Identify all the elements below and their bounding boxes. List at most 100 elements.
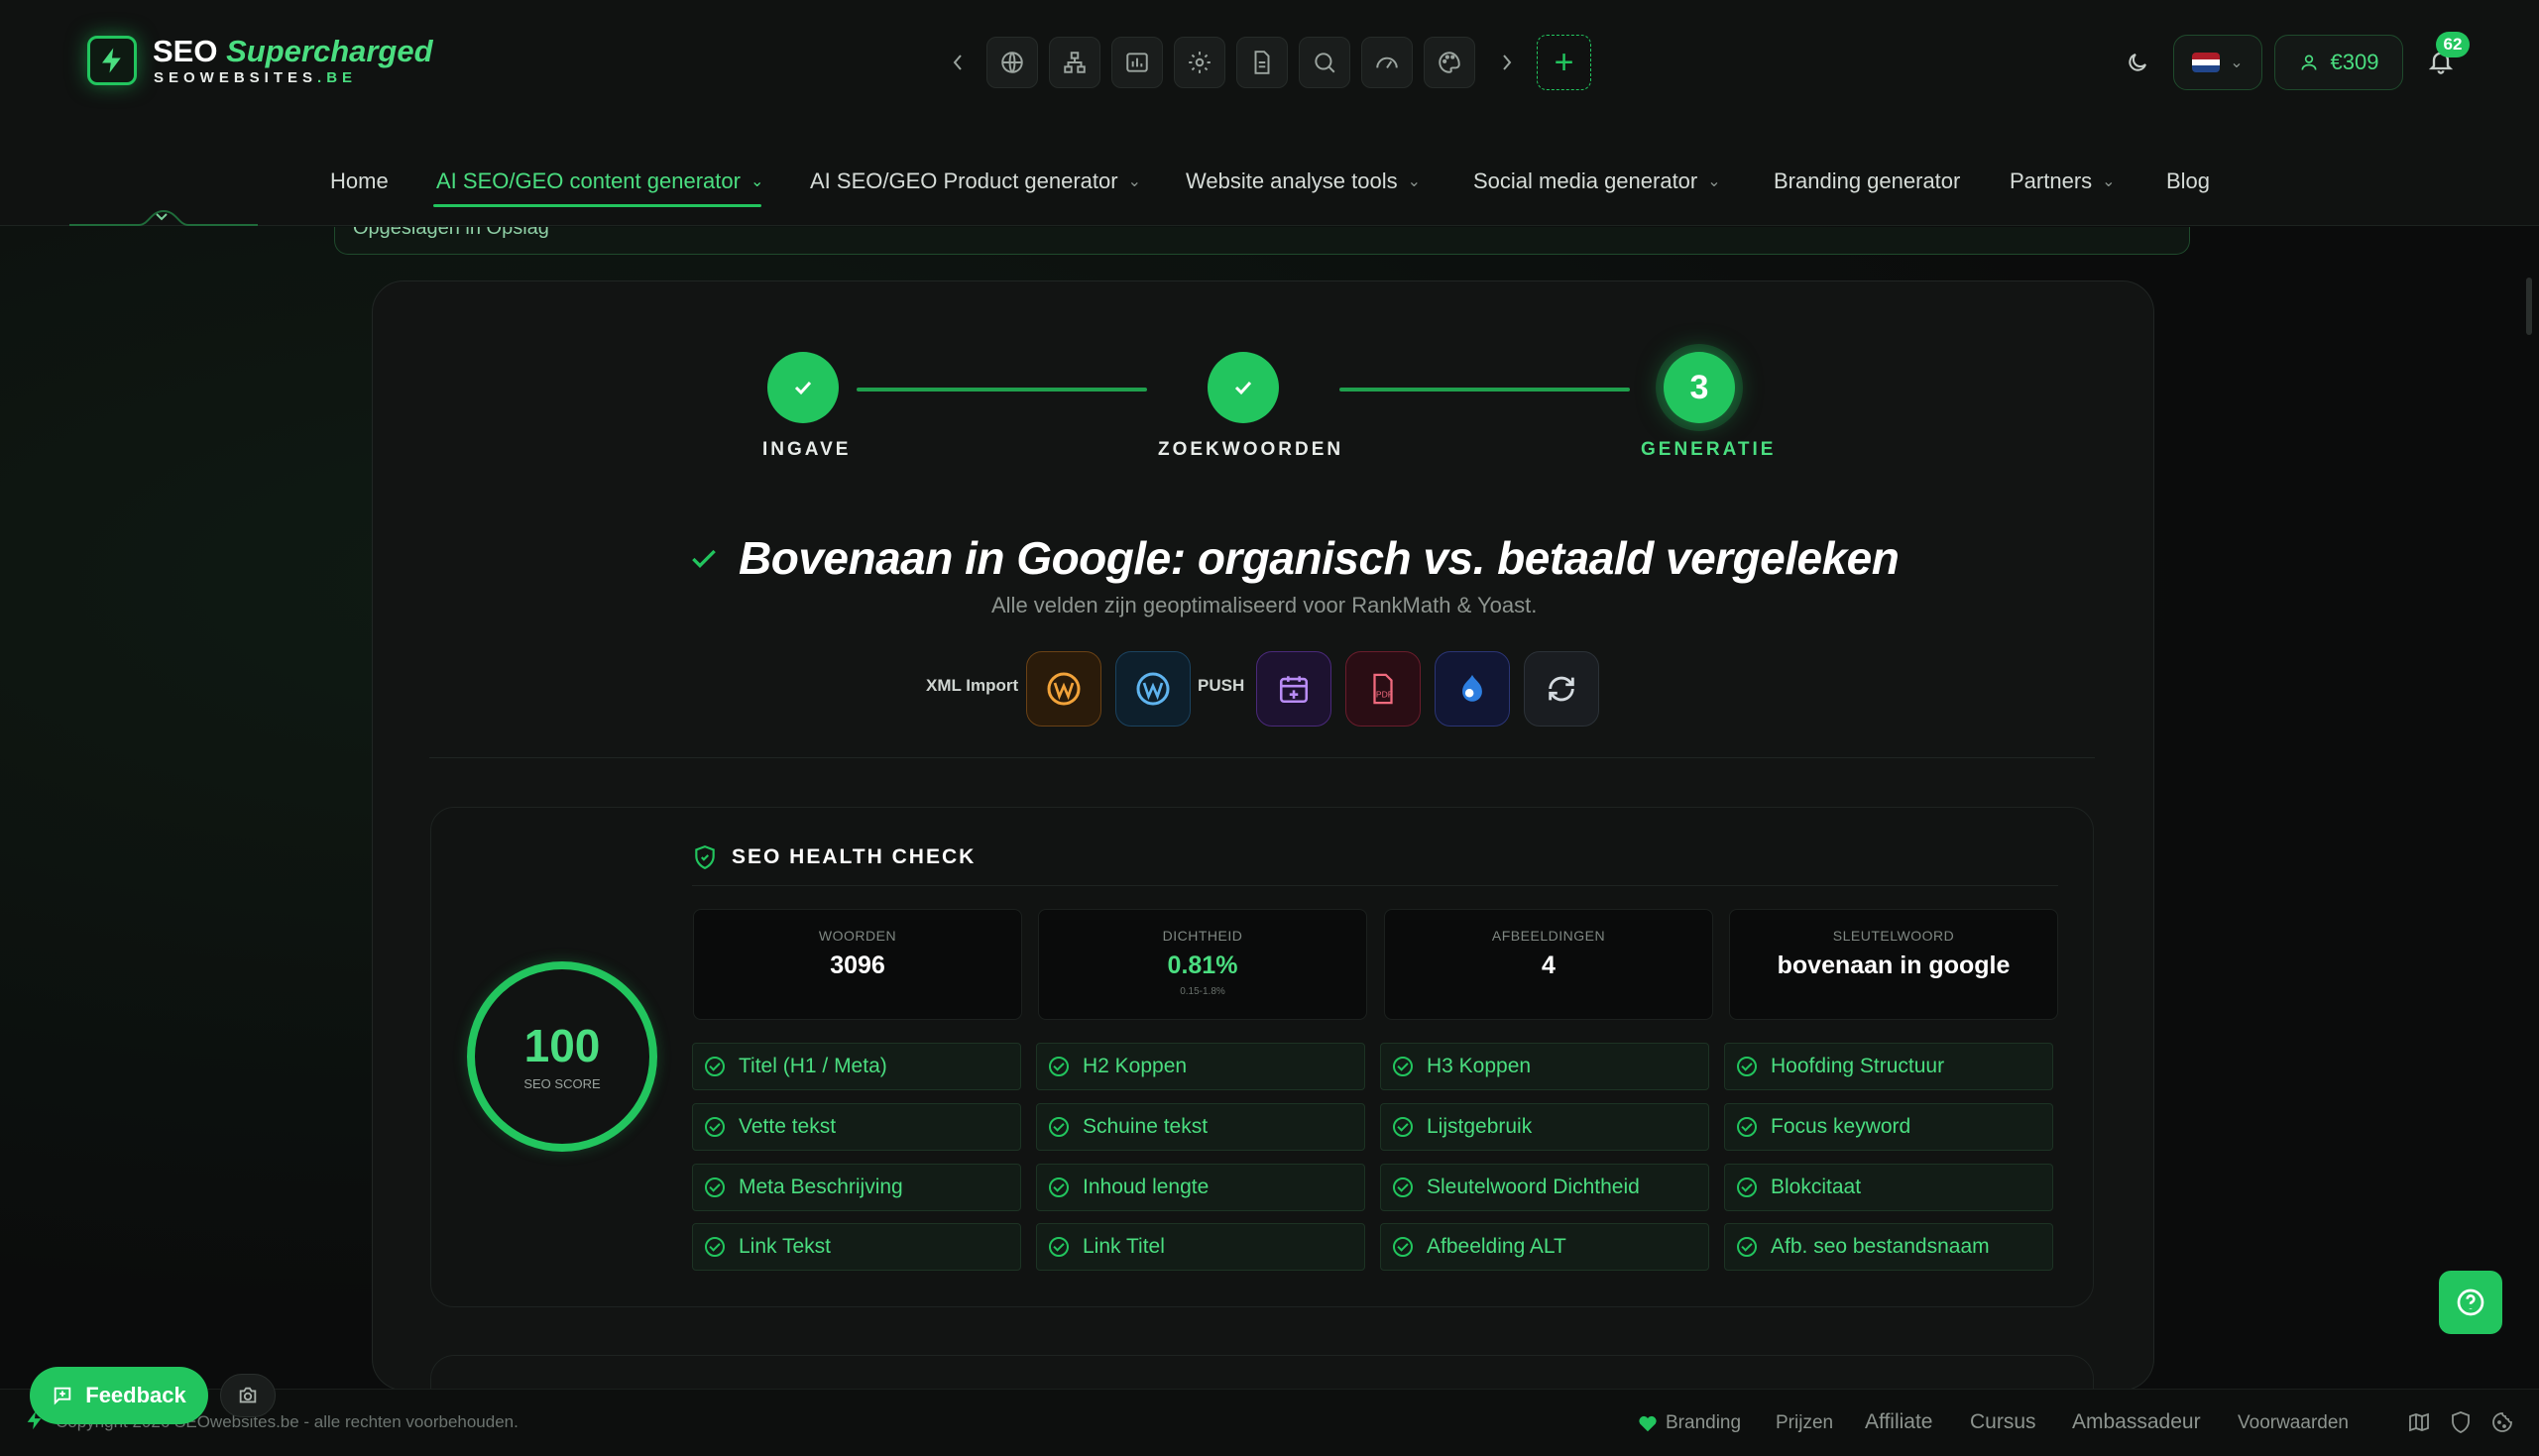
schedule-button[interactable] <box>1256 651 1331 727</box>
check-circle-icon <box>1049 1237 1069 1257</box>
chevron-down-icon: ⌄ <box>2102 173 2116 190</box>
check-item: Link Tekst <box>692 1223 1021 1271</box>
nav-ai-product-generator[interactable]: AI SEO/GEO Product generator ⌄ <box>810 168 1141 194</box>
stat-value: 4 <box>1542 952 1556 979</box>
stat-images: AFBEELDINGEN 4 <box>1384 909 1713 1020</box>
nav-branding-generator[interactable]: Branding generator <box>1774 168 1960 194</box>
title-check-icon <box>692 549 716 569</box>
palette-icon[interactable] <box>1424 37 1475 88</box>
stat-note: 0.15-1.8% <box>1180 986 1225 997</box>
dark-mode-toggle[interactable] <box>2112 37 2163 88</box>
nav-blog[interactable]: Blog <box>2166 168 2210 194</box>
footer-link-voorwaarden[interactable]: Voorwaarden <box>2238 1412 2349 1434</box>
seo-score-value: 100 <box>523 1019 601 1071</box>
check-item: Titel (H1 / Meta) <box>692 1043 1021 1090</box>
drupal-export-button[interactable] <box>1435 651 1510 727</box>
chevron-down-icon: ⌄ <box>1407 173 1422 190</box>
globe-icon[interactable] <box>986 37 1038 88</box>
check-circle-icon <box>1049 1117 1069 1137</box>
camera-button[interactable] <box>220 1374 276 1417</box>
nav-ai-content-generator[interactable]: AI SEO/GEO content generator ⌄ <box>436 168 763 194</box>
check-item: Meta Beschrijving <box>692 1164 1021 1211</box>
help-button[interactable] <box>2439 1271 2502 1334</box>
wordpress-icon <box>1136 672 1170 706</box>
footer-link-cursus[interactable]: Cursus <box>1970 1410 2036 1434</box>
map-icon[interactable] <box>2407 1410 2431 1434</box>
nav-active-indicator <box>433 204 761 207</box>
check-circle-icon <box>705 1117 725 1137</box>
chevron-down-icon: ⌄ <box>1127 173 1141 190</box>
nav-social-media-generator[interactable]: Social media generator ⌄ <box>1473 168 1721 194</box>
notification-badge: 62 <box>2436 32 2470 57</box>
nav-partners[interactable]: Partners ⌄ <box>2010 168 2116 194</box>
pdf-label: PDF <box>1376 690 1393 700</box>
footer-link-ambassadeur[interactable]: Ambassadeur <box>2072 1410 2201 1434</box>
flag-nl-icon <box>2192 53 2221 72</box>
gauge-icon[interactable] <box>1361 37 1413 88</box>
nav-website-analyse-tools[interactable]: Website analyse tools ⌄ <box>1186 168 1421 194</box>
check-circle-icon <box>1737 1117 1757 1137</box>
check-item: Vette tekst <box>692 1103 1021 1151</box>
saved-banner-text: Opgeslagen in Opslag <box>353 227 549 239</box>
chevron-down-icon: ⌄ <box>2230 55 2244 71</box>
stat-density: DICHTHEID 0.81% 0.15-1.8% <box>1038 909 1367 1020</box>
language-selector[interactable]: ⌄ <box>2173 35 2262 90</box>
shield-icon[interactable] <box>2449 1410 2473 1434</box>
check-item: H2 Koppen <box>1036 1043 1365 1090</box>
regenerate-button[interactable] <box>1524 651 1599 727</box>
document-icon[interactable] <box>1236 37 1288 88</box>
cookie-icon[interactable] <box>2490 1410 2514 1434</box>
toolbar-prev-button[interactable] <box>943 37 973 88</box>
divider <box>429 757 2095 758</box>
check-item: Afb. seo bestandsnaam <box>1724 1223 2053 1271</box>
footer-link-prijzen[interactable]: Prijzen <box>1776 1412 1833 1434</box>
check-item: Afbeelding ALT <box>1380 1223 1709 1271</box>
saved-banner: Opgeslagen in Opslag <box>334 227 2190 255</box>
article-subtitle: Alle velden zijn geoptimaliseerd voor Ra… <box>991 593 1538 617</box>
check-circle-icon <box>1393 1177 1413 1197</box>
message-plus-icon <box>55 1387 71 1405</box>
check-circle-icon <box>1737 1057 1757 1076</box>
step-2-label: ZOEKWOORDEN <box>1158 439 1344 460</box>
check-item: Inhoud lengte <box>1036 1164 1365 1211</box>
stat-value: 0.81% <box>1167 952 1238 979</box>
stat-keyword: SLEUTELWOORD bovenaan in google <box>1729 909 2058 1020</box>
search-icon[interactable] <box>1299 37 1350 88</box>
pdf-export-button[interactable]: PDF <box>1345 651 1421 727</box>
footer-link-branding[interactable]: Branding <box>1666 1412 1741 1434</box>
stat-label: SLEUTELWOORD <box>1832 928 1955 944</box>
toolbar-next-button[interactable] <box>1492 37 1522 88</box>
check-item: Link Titel <box>1036 1223 1365 1271</box>
footer-link-affiliate[interactable]: Affiliate <box>1865 1410 1933 1434</box>
seo-score-ring: 100 SEO SCORE <box>467 961 657 1152</box>
chart-icon[interactable] <box>1111 37 1163 88</box>
scrollbar-thumb[interactable] <box>2526 278 2532 335</box>
step-1-check-icon <box>767 352 839 423</box>
check-circle-icon <box>1737 1177 1757 1197</box>
balance-button[interactable]: €309 <box>2274 35 2403 90</box>
wordpress-xml-export-button[interactable] <box>1026 651 1101 727</box>
stat-value: 3096 <box>830 952 885 979</box>
stat-value: bovenaan in google <box>1777 952 2011 979</box>
add-button[interactable]: + <box>1537 35 1591 90</box>
check-circle-icon <box>1737 1237 1757 1257</box>
stat-label: AFBEELDINGEN <box>1491 928 1606 944</box>
check-circle-icon <box>1049 1057 1069 1076</box>
check-circle-icon <box>1049 1177 1069 1197</box>
brand-name[interactable]: SEO Supercharged <box>153 34 433 69</box>
settings-icon[interactable] <box>1174 37 1225 88</box>
step-2-check-icon <box>1208 352 1279 423</box>
logo-bolt-icon[interactable] <box>87 36 137 85</box>
check-item: Lijstgebruik <box>1380 1103 1709 1151</box>
collapse-tab[interactable] <box>69 203 258 227</box>
check-item: Hoofding Structuur <box>1724 1043 2053 1090</box>
sitemap-icon[interactable] <box>1049 37 1100 88</box>
check-circle-icon <box>1393 1117 1413 1137</box>
brand-subtitle: SEOWEBSITES.BE <box>154 69 358 86</box>
camera-icon <box>239 1387 257 1403</box>
nav-home[interactable]: Home <box>330 168 389 194</box>
check-item: Sleutelwoord Dichtheid <box>1380 1164 1709 1211</box>
health-title: SEO HEALTH CHECK <box>732 845 977 868</box>
feedback-button[interactable]: Feedback <box>30 1367 208 1424</box>
wordpress-push-button[interactable] <box>1115 651 1191 727</box>
